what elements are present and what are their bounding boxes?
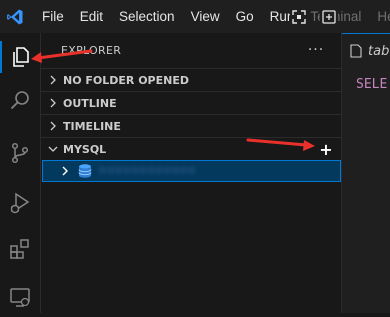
chevron-down-icon: [45, 141, 61, 157]
activity-bar: [0, 33, 41, 313]
add-connection-button[interactable]: +: [317, 140, 335, 159]
extensions-icon[interactable]: [0, 229, 40, 269]
connection-name: ••••••••••••: [99, 164, 196, 178]
menu-help[interactable]: Help: [369, 0, 390, 33]
menu-file[interactable]: File: [34, 0, 72, 33]
run-debug-icon[interactable]: [0, 183, 40, 223]
vscode-logo-icon: [6, 6, 24, 28]
menu-edit[interactable]: Edit: [72, 0, 111, 33]
chevron-right-icon: [45, 118, 61, 134]
chevron-right-icon: [45, 72, 61, 88]
code-line[interactable]: SELE: [356, 77, 387, 92]
section-label: OUTLINE: [63, 96, 117, 110]
mysql-connection-item[interactable]: ••••••••••••: [42, 160, 341, 182]
source-control-icon[interactable]: [0, 133, 40, 173]
tab-label: tab: [368, 43, 390, 59]
customize-layout-icon[interactable]: [320, 8, 338, 26]
remote-explorer-icon[interactable]: [0, 277, 40, 317]
explorer-title: EXPLORER: [61, 44, 122, 57]
explorer-sidebar: EXPLORER ··· NO FOLDER OPENED OUTLINE TI…: [41, 33, 342, 313]
menu-go[interactable]: Go: [228, 0, 262, 33]
explorer-icon[interactable]: [0, 37, 40, 77]
section-label: MYSQL: [63, 142, 107, 156]
chevron-right-icon: [57, 163, 73, 179]
more-actions-button[interactable]: ···: [305, 39, 327, 61]
file-icon: [350, 44, 362, 58]
title-bar: File Edit Selection View Go Run Terminal…: [0, 0, 390, 33]
editor-tab[interactable]: tab: [342, 33, 390, 68]
menu-selection[interactable]: Selection: [111, 0, 183, 33]
layout-toggle-icon[interactable]: [290, 8, 308, 26]
chevron-right-icon: [45, 95, 61, 111]
section-mysql[interactable]: MYSQL +: [41, 137, 341, 160]
section-outline[interactable]: OUTLINE: [41, 91, 341, 114]
explorer-header: EXPLORER ···: [41, 33, 341, 68]
section-no-folder[interactable]: NO FOLDER OPENED: [41, 68, 341, 91]
section-timeline[interactable]: TIMELINE: [41, 114, 341, 137]
section-label: NO FOLDER OPENED: [63, 73, 189, 87]
search-icon[interactable]: [0, 81, 40, 121]
menu-view[interactable]: View: [183, 0, 228, 33]
database-icon: [77, 163, 93, 179]
editor-area: tab SELE: [342, 33, 390, 313]
section-label: TIMELINE: [63, 119, 121, 133]
